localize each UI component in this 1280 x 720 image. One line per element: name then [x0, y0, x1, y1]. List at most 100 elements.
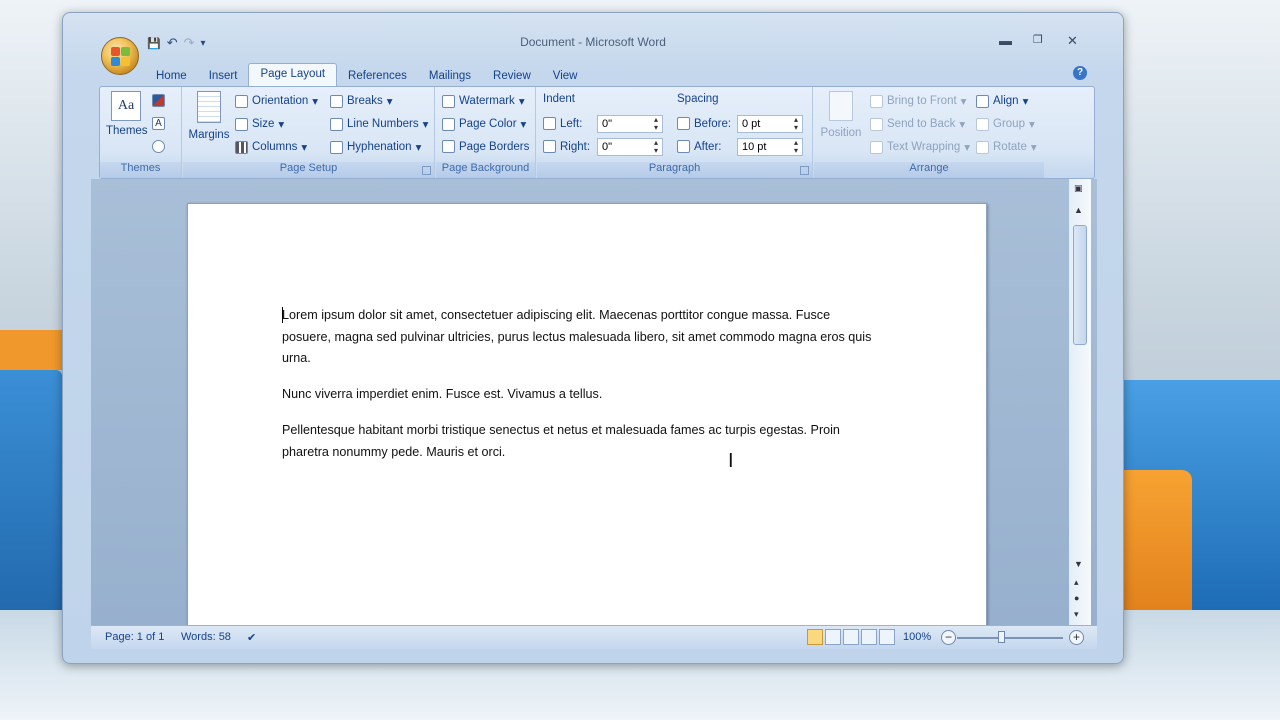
theme-effects-icon[interactable]	[152, 140, 165, 153]
group-button[interactable]: Group ▾	[976, 117, 1035, 131]
print-layout-view-button[interactable]	[807, 629, 823, 645]
paragraph-2[interactable]: Nunc viverra imperdiet enim. Fusce est. …	[282, 384, 882, 406]
breaks-button[interactable]: Breaks ▾	[330, 94, 393, 108]
margins-button[interactable]: Margins	[187, 91, 231, 141]
tab-home[interactable]: Home	[145, 66, 198, 87]
zoom-in-button[interactable]: +	[1069, 630, 1084, 645]
spacing-after-icon	[677, 140, 690, 153]
send-to-back-button[interactable]: Send to Back ▾	[870, 117, 965, 131]
spacing-after-input[interactable]: 10 pt	[737, 138, 803, 156]
paragraph-1[interactable]: Lorem ipsum dolor sit amet, consectetuer…	[282, 305, 882, 370]
spacing-header: Spacing	[677, 93, 719, 105]
theme-fonts-icon[interactable]: A	[152, 117, 165, 130]
page-setup-dialog-launcher[interactable]	[422, 166, 431, 175]
desktop-background-shape	[0, 330, 62, 370]
help-icon[interactable]: ?	[1073, 66, 1087, 80]
themes-button[interactable]: Aa Themes	[106, 91, 148, 137]
align-button[interactable]: Align ▾	[976, 94, 1028, 108]
page-background-group: Watermark ▾ Page Color ▾ Page Borders Page…	[436, 87, 536, 178]
page-borders-button[interactable]: Page Borders	[442, 140, 529, 153]
line-numbers-button[interactable]: Line Numbers ▾	[330, 117, 428, 131]
watermark-icon	[442, 94, 455, 108]
status-bar: Page: 1 of 1 Words: 58 ✔ 100% − +	[91, 625, 1097, 649]
themes-group-label: Themes	[100, 162, 181, 178]
vertical-scrollbar[interactable]: ▣ ▲ ▼ ▴ ● ▾	[1069, 179, 1091, 626]
ribbon-tabs: Home Insert Page Layout References Maili…	[145, 63, 588, 87]
indent-left-icon	[543, 117, 556, 130]
zoom-slider[interactable]	[957, 637, 1063, 639]
themes-group: Aa Themes A Themes	[100, 87, 182, 178]
position-icon	[829, 91, 853, 121]
previous-page-icon[interactable]: ▴	[1074, 577, 1079, 588]
align-icon	[976, 94, 989, 108]
page-color-button[interactable]: Page Color ▾	[442, 117, 526, 131]
spacing-before-icon	[677, 117, 690, 130]
bring-to-front-button[interactable]: Bring to Front ▾	[870, 94, 966, 108]
page-background-group-label: Page Background	[436, 162, 535, 178]
indent-left-label: Left:	[543, 117, 582, 130]
tab-review[interactable]: Review	[482, 66, 542, 87]
hyphenation-icon	[330, 140, 343, 154]
office-button[interactable]	[101, 37, 139, 75]
text-wrapping-icon	[870, 140, 883, 154]
indent-header: Indent	[543, 93, 575, 105]
tab-insert[interactable]: Insert	[198, 66, 249, 87]
desktop-background-shape	[1122, 470, 1192, 610]
send-to-back-icon	[870, 117, 883, 131]
text-wrapping-button[interactable]: Text Wrapping ▾	[870, 140, 970, 154]
ruler-toggle-icon[interactable]: ▣	[1074, 183, 1083, 194]
select-browse-object-icon[interactable]: ●	[1074, 593, 1079, 603]
bring-to-front-icon	[870, 94, 883, 108]
hyphenation-button[interactable]: Hyphenation ▾	[330, 140, 421, 154]
ribbon: Aa Themes A Themes Margins Orientation ▾ …	[99, 86, 1095, 179]
line-numbers-icon	[330, 117, 343, 131]
word-count[interactable]: Words: 58	[181, 631, 231, 643]
proofing-icon[interactable]: ✔	[247, 631, 256, 644]
group-icon	[976, 117, 989, 131]
paragraph-3[interactable]: Pellentesque habitant morbi tristique se…	[282, 420, 882, 463]
close-button[interactable]: ✕	[1067, 33, 1078, 49]
draft-view-button[interactable]	[879, 629, 895, 645]
page-setup-group: Margins Orientation ▾ Size ▾ Columns ▾ Brea…	[183, 87, 435, 178]
page-setup-group-label: Page Setup	[183, 162, 434, 178]
themes-icon: Aa	[111, 91, 141, 121]
minimize-button[interactable]: ▬	[999, 33, 1012, 48]
scroll-down-icon[interactable]: ▼	[1074, 559, 1083, 569]
full-screen-reading-view-button[interactable]	[825, 629, 841, 645]
spacing-after-label: After:	[677, 140, 721, 153]
indent-left-input[interactable]: 0"	[597, 115, 663, 133]
tab-mailings[interactable]: Mailings	[418, 66, 482, 87]
title-bar: 💾 ↶ ↷ ▾ Document - Microsoft Word ▬ ❐ ✕	[63, 13, 1123, 69]
columns-button[interactable]: Columns ▾	[235, 140, 307, 154]
theme-colors-icon[interactable]	[152, 94, 165, 107]
document-page[interactable]: Lorem ipsum dolor sit amet, consectetuer…	[187, 203, 987, 626]
orientation-icon	[235, 94, 248, 108]
outline-view-button[interactable]	[861, 629, 877, 645]
orientation-button[interactable]: Orientation ▾	[235, 94, 318, 108]
arrange-group-label: Arrange	[814, 162, 1044, 178]
web-layout-view-button[interactable]	[843, 629, 859, 645]
scroll-up-icon[interactable]: ▲	[1074, 205, 1083, 215]
zoom-slider-thumb[interactable]	[998, 631, 1005, 643]
spacing-before-input[interactable]: 0 pt	[737, 115, 803, 133]
indent-right-input[interactable]: 0"	[597, 138, 663, 156]
page-count[interactable]: Page: 1 of 1	[105, 631, 164, 643]
rotate-button[interactable]: Rotate ▾	[976, 140, 1037, 154]
page-color-icon	[442, 117, 455, 131]
paragraph-group-label: Paragraph	[537, 162, 812, 178]
zoom-out-button[interactable]: −	[941, 630, 956, 645]
tab-page-layout[interactable]: Page Layout	[248, 63, 338, 87]
office-logo-icon	[111, 47, 130, 66]
size-button[interactable]: Size ▾	[235, 117, 284, 131]
page-borders-icon	[442, 140, 455, 153]
maximize-button[interactable]: ❐	[1033, 33, 1043, 46]
zoom-level[interactable]: 100%	[903, 631, 931, 643]
paragraph-dialog-launcher[interactable]	[800, 166, 809, 175]
size-icon	[235, 117, 248, 131]
scrollbar-thumb[interactable]	[1073, 225, 1087, 345]
tab-references[interactable]: References	[337, 66, 418, 87]
position-button[interactable]: Position	[816, 91, 866, 139]
tab-view[interactable]: View	[542, 66, 589, 87]
watermark-button[interactable]: Watermark ▾	[442, 94, 525, 108]
next-page-icon[interactable]: ▾	[1074, 609, 1079, 620]
